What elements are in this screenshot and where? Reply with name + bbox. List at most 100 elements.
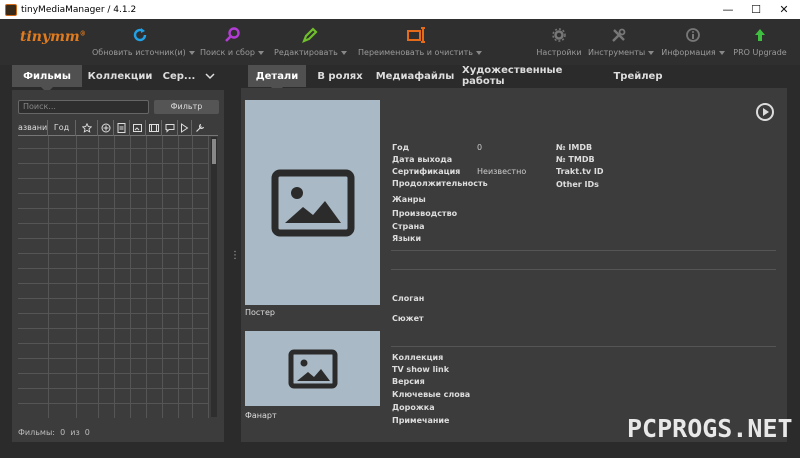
play-trailer-icon[interactable] xyxy=(756,103,774,121)
certification-label: Сертификация xyxy=(392,167,461,176)
panel-splitter[interactable]: ⋮ xyxy=(230,250,240,261)
right-tab-bar: Детали В ролях Медиафайлы Художественные… xyxy=(236,65,800,93)
table-row xyxy=(18,268,208,269)
table-column-line xyxy=(162,136,163,418)
tmdb-label: № TMDB xyxy=(556,155,595,164)
table-row xyxy=(18,178,208,179)
table-row xyxy=(18,163,208,164)
table-row xyxy=(18,403,208,404)
app-logo: tinymm® xyxy=(20,29,86,45)
maximize-icon[interactable]: ☐ xyxy=(742,0,770,19)
search-scrape-button[interactable]: Поиск и сбор xyxy=(199,25,265,57)
other-ids-label: Other IDs xyxy=(556,180,599,189)
tab-trailer[interactable]: Трейлер xyxy=(610,65,666,87)
tab-movies[interactable]: Фильмы xyxy=(12,65,82,93)
fanart-image[interactable] xyxy=(245,331,380,406)
play-icon[interactable] xyxy=(178,120,192,136)
column-year[interactable]: Год xyxy=(48,120,76,136)
poster-image[interactable] xyxy=(245,100,380,305)
fanart-caption: Фанарт xyxy=(245,411,277,420)
title-bar: tinyMediaManager / 4.1.2 — ☐ ✕ xyxy=(0,0,800,19)
edit-label: Редактировать xyxy=(274,48,338,57)
collection-label: Коллекция xyxy=(392,353,444,362)
table-header: азвание Год xyxy=(18,120,218,136)
table-column-line xyxy=(208,136,209,418)
movie-count-shown: 0 xyxy=(60,428,66,437)
window-title: tinyMediaManager / 4.1.2 xyxy=(21,4,137,15)
document-icon[interactable] xyxy=(114,120,130,136)
gear-icon xyxy=(536,25,582,45)
movie-table: азвание Год xyxy=(18,120,218,420)
refresh-icon xyxy=(92,25,188,45)
table-row xyxy=(18,388,208,389)
version-label: Версия xyxy=(392,377,425,386)
movie-count: Фильмы: 0 из 0 xyxy=(18,428,90,437)
imdb-label: № IMDB xyxy=(556,143,593,152)
table-row xyxy=(18,313,208,314)
scrollbar-thumb[interactable] xyxy=(212,139,216,164)
pro-upgrade-button[interactable]: PRO Upgrade xyxy=(733,25,787,57)
tabs-overflow-chevron-icon[interactable] xyxy=(200,65,220,87)
edit-button[interactable]: Редактировать xyxy=(274,25,347,57)
poster-caption: Постер xyxy=(245,308,275,317)
rename-clean-button[interactable]: Переименовать и очистить xyxy=(358,25,482,57)
tab-artwork[interactable]: Художественные работы xyxy=(462,65,604,87)
table-column-line xyxy=(130,136,131,418)
runtime-label: Продолжительность xyxy=(392,179,488,188)
search-input[interactable]: Поиск... xyxy=(18,100,149,114)
table-row xyxy=(18,328,208,329)
keywords-label: Ключевые слова xyxy=(392,390,471,399)
table-scrollbar[interactable] xyxy=(211,137,217,417)
close-icon[interactable]: ✕ xyxy=(770,0,798,19)
divider xyxy=(391,346,776,347)
table-column-line xyxy=(48,136,49,418)
info-label: Информация xyxy=(661,48,716,57)
table-row xyxy=(18,208,208,209)
table-column-line xyxy=(114,136,115,418)
plot-label: Сюжет xyxy=(392,314,424,323)
star-icon[interactable] xyxy=(76,120,98,136)
table-row xyxy=(18,193,208,194)
tab-media-files[interactable]: Медиафайлы xyxy=(374,65,456,87)
wrench-icon[interactable] xyxy=(192,120,208,136)
movie-count-label: Фильмы: xyxy=(18,428,55,437)
update-sources-button[interactable]: Обновить источник(и) xyxy=(92,25,195,57)
image-placeholder-icon xyxy=(288,349,337,388)
minimize-icon[interactable]: — xyxy=(714,0,742,19)
filter-button[interactable]: Фильтр xyxy=(154,100,219,114)
certification-value: Неизвестно xyxy=(477,167,527,176)
release-date-label: Дата выхода xyxy=(392,155,453,164)
table-row xyxy=(18,148,208,149)
settings-label: Настройки xyxy=(536,48,582,57)
column-title[interactable]: азвание xyxy=(18,120,48,136)
track-label: Дорожка xyxy=(392,403,435,412)
table-row xyxy=(18,223,208,224)
left-tab-bar: Фильмы Коллекции Сер... xyxy=(0,65,228,93)
pro-upgrade-label: PRO Upgrade xyxy=(733,48,787,57)
table-column-line xyxy=(178,136,179,418)
tab-series[interactable]: Сер... xyxy=(158,65,200,87)
table-row xyxy=(18,253,208,254)
pencil-icon xyxy=(274,25,346,45)
add-circle-icon[interactable] xyxy=(98,120,114,136)
details-panel: Постер Фанарт Год 0 Дата выхода Сертифик… xyxy=(241,88,787,442)
tools-icon xyxy=(588,25,650,45)
subtitles-icon[interactable] xyxy=(162,120,178,136)
tab-details[interactable]: Детали xyxy=(248,65,306,93)
tagline-label: Слоган xyxy=(392,294,425,303)
tools-button[interactable]: Инструменты xyxy=(588,25,655,57)
tab-cast[interactable]: В ролях xyxy=(312,65,368,87)
film-icon[interactable] xyxy=(146,120,162,136)
app-icon xyxy=(5,3,17,16)
rename-icon xyxy=(358,25,476,45)
tab-collections[interactable]: Коллекции xyxy=(84,65,156,87)
divider xyxy=(391,250,776,251)
movie-count-of: из xyxy=(70,428,80,437)
genres-label: Жанры xyxy=(392,195,426,204)
images-icon[interactable] xyxy=(130,120,146,136)
table-row xyxy=(18,298,208,299)
main-toolbar: tinymm® Обновить источник(и) Поиск и сбо… xyxy=(0,19,800,65)
settings-button[interactable]: Настройки xyxy=(536,25,582,57)
info-button[interactable]: Информация xyxy=(660,25,726,57)
info-icon xyxy=(660,25,726,45)
